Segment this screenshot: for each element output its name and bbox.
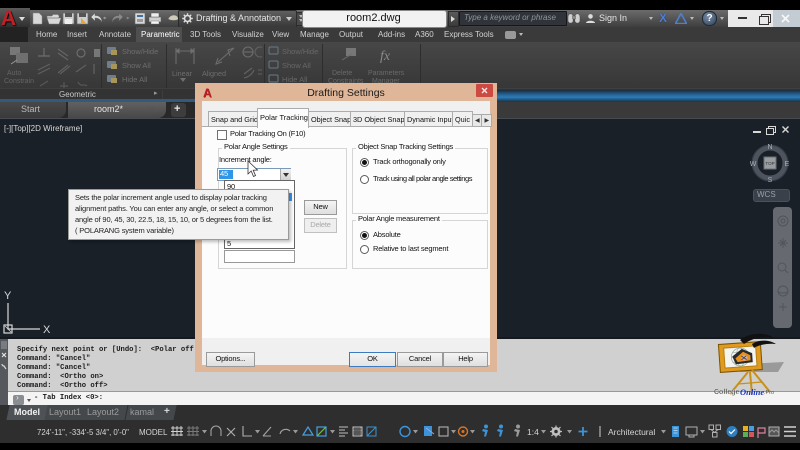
svg-text:.Pro: .Pro	[764, 390, 774, 396]
svg-text:E: E	[785, 161, 790, 168]
svg-text:S: S	[768, 177, 773, 183]
svg-text:X: X	[43, 324, 51, 336]
svg-text:TOP: TOP	[765, 161, 774, 166]
svg-text:Online: Online	[740, 387, 764, 397]
svg-text:1:4: 1:4	[527, 427, 539, 437]
svg-text:Architectural: Architectural	[608, 427, 655, 437]
svg-text:724'-11", -334'-5 3/4", 0'-0": 724'-11", -334'-5 3/4", 0'-0"	[37, 428, 129, 437]
svg-text:College: College	[714, 389, 739, 396]
svg-text:Y: Y	[4, 290, 12, 302]
svg-text:MODEL: MODEL	[139, 428, 168, 437]
svg-text:N: N	[767, 144, 772, 151]
svg-text:fx: fx	[380, 49, 391, 64]
svg-text:W: W	[750, 161, 757, 168]
